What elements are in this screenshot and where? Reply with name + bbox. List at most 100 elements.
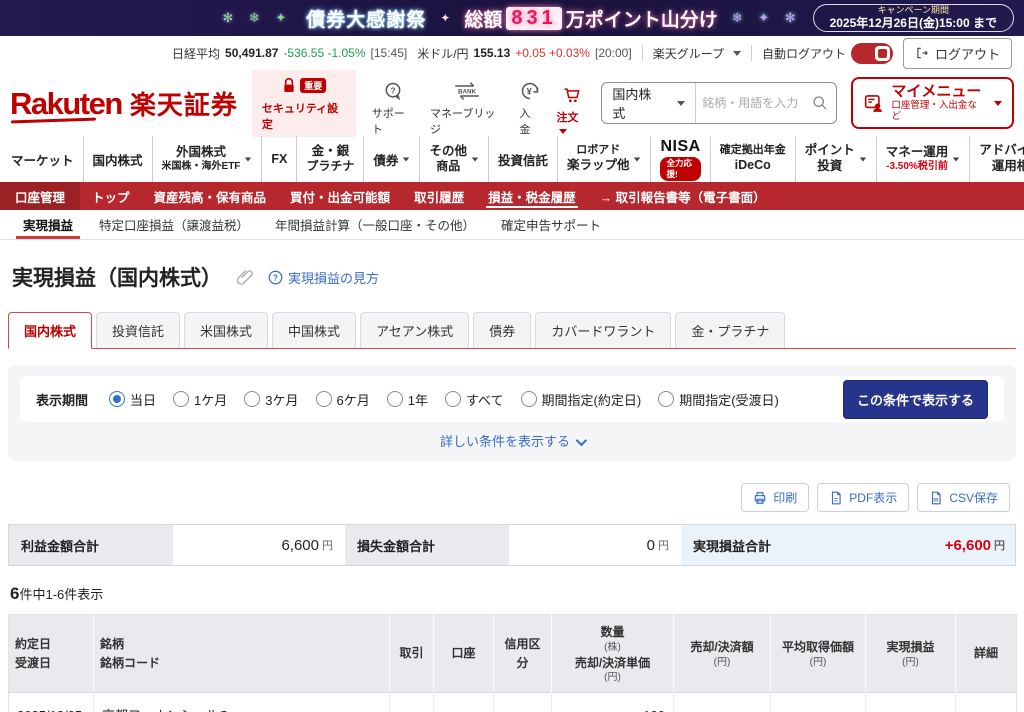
radio-today[interactable]: 当日 <box>109 390 156 409</box>
search-input[interactable] <box>696 96 804 110</box>
chevron-down-icon <box>403 157 409 161</box>
search-category-select[interactable]: 国内株式 <box>602 84 695 122</box>
nav-item-ideco[interactable]: 確定拠出年金iDeCo <box>710 136 795 182</box>
money-bridge-link[interactable]: BANK マネーブリッジ <box>430 81 503 137</box>
cell-account: 特定 <box>434 693 494 712</box>
my-menu-label: マイメニュー <box>891 83 983 100</box>
toggle-knob <box>875 46 890 61</box>
nav-item-robo-advisor[interactable]: ロボアド楽ラップ他 <box>557 136 651 182</box>
nav-item-advisor[interactable]: アドバイザー運用相談 <box>969 136 1024 182</box>
auto-logout-control: 自動ログアウト <box>762 43 893 64</box>
chevron-down-icon <box>953 157 959 161</box>
col-dates: 約定日受渡日 <box>9 615 94 693</box>
tab-covered-warrants[interactable]: カバードワラント <box>535 312 671 348</box>
nav-item-bonds[interactable]: 債券 <box>363 136 419 182</box>
radio-3months[interactable]: 3ケ月 <box>244 390 298 409</box>
apply-filter-button[interactable]: この条件で表示する <box>843 380 988 419</box>
support-link[interactable]: ? サポート <box>372 81 414 137</box>
deposit-link[interactable]: ¥ 入金 <box>519 81 540 137</box>
nav-item-market[interactable]: マーケット <box>2 136 83 182</box>
svg-text:?: ? <box>390 85 395 95</box>
subnav-tax-return-support[interactable]: 確定申告サポート <box>488 210 614 239</box>
cell-proceeds: 341,000 <box>674 693 771 712</box>
nav-item-other-products[interactable]: その他商品 <box>419 136 488 182</box>
important-badge: 重要 <box>300 78 326 93</box>
col-realized-pl: 実現損益(円) <box>866 615 956 693</box>
logout-icon <box>915 46 929 60</box>
tab-asean-stocks[interactable]: アセアン株式 <box>360 312 469 348</box>
usdjpy-quote: 米ドル/円 155.13 +0.05 +0.03% [20:00] <box>417 45 631 62</box>
subnav-annual-pl[interactable]: 年間損益計算（一般口座・その他） <box>262 210 488 239</box>
print-button[interactable]: 印刷 <box>741 483 809 512</box>
realized-pl-total-value: +6,600円 <box>945 537 1005 554</box>
tab-investment-trust[interactable]: 投資信託 <box>96 312 180 348</box>
loss-total-value: 0円 <box>511 525 681 565</box>
usdjpy-label: 米ドル/円 <box>417 45 468 62</box>
col-detail: 詳細 <box>956 615 1017 693</box>
printer-icon <box>753 491 767 505</box>
nav-item-investment-trust[interactable]: 投資信託 <box>488 136 557 182</box>
rakuten-group-label: 楽天グループ <box>653 45 724 62</box>
chevron-down-icon <box>634 157 640 161</box>
tab-gold-platinum[interactable]: 金・プラチナ <box>675 312 785 348</box>
nav-item-money-management[interactable]: マネー運用-3.50%税引前 <box>876 136 970 182</box>
col-proceeds: 売却/決済額(円) <box>674 615 771 693</box>
tab-us-stocks[interactable]: 米国株式 <box>184 312 268 348</box>
radio-range-settlement-date[interactable]: 期間指定(受渡日) <box>658 390 779 409</box>
csv-save-button[interactable]: CSV保存 <box>917 483 1010 512</box>
paperclip-icon[interactable] <box>236 268 254 286</box>
nav-item-point-investment[interactable]: ポイント投資 <box>795 136 876 182</box>
chevron-down-icon <box>245 157 251 161</box>
radio-range-trade-date[interactable]: 期間指定(約定日) <box>521 390 642 409</box>
realized-pl-total-label: 実現損益合計 <box>693 536 771 555</box>
account-nav-trade-history[interactable]: 取引履歴 <box>402 182 476 210</box>
nav-item-gold-platinum[interactable]: 金・銀プラチナ <box>296 136 363 182</box>
rakuten-group-dropdown[interactable]: 楽天グループ <box>653 45 741 62</box>
detail-conditions-link[interactable]: 詳しい条件を表示する <box>20 422 1004 459</box>
deposit-label: 入金 <box>519 105 540 137</box>
radio-icon <box>173 391 189 407</box>
banner-sparkle-icon: ✦ <box>440 11 450 25</box>
pdf-view-button[interactable]: PDF表示 <box>817 483 909 512</box>
tab-bonds[interactable]: 債券 <box>473 312 531 348</box>
account-management-bar: 口座管理 トップ 資産残高・保有商品 買付・出金可能額 取引履歴 損益・税金履歴… <box>0 182 1024 210</box>
rakuten-securities-logo[interactable]: Rakuten 楽天証券 <box>10 85 238 122</box>
campaign-period-value: 2025年12月26日(金)15:00 まで <box>830 16 997 30</box>
auto-logout-toggle[interactable] <box>851 43 893 64</box>
banner-title: 債券大感謝祭 <box>306 5 426 32</box>
pl-summary-bar: 利益金額合計 6,600円 損失金額合計 0円 実現損益合計 +6,600円 <box>8 524 1016 566</box>
period-label: 表示期間 <box>36 390 88 409</box>
account-nav-pl-tax-history[interactable]: 損益・税金履歴 <box>476 182 588 210</box>
subnav-realized-pl[interactable]: 実現損益 <box>10 210 86 239</box>
account-nav-assets[interactable]: 資産残高・保有商品 <box>142 182 279 210</box>
tab-china-stocks[interactable]: 中国株式 <box>272 312 356 348</box>
order-link[interactable]: 注文 <box>557 85 588 137</box>
account-nav-top[interactable]: トップ <box>80 182 142 210</box>
campaign-banner[interactable]: ✻ ❄ ✦ 債券大感謝祭 ✦ 総額 831 万ポイント山分け ❄ ✦ ✻ キャン… <box>0 0 1024 36</box>
radio-1year[interactable]: 1年 <box>387 390 428 409</box>
radio-1month[interactable]: 1ケ月 <box>173 390 227 409</box>
pl-sub-nav: 実現損益 特定口座損益（譲渡益税） 年間損益計算（一般口座・その他） 確定申告サ… <box>0 210 1024 240</box>
subnav-specific-account-pl[interactable]: 特定口座損益（譲渡益税） <box>86 210 262 239</box>
security-settings-link[interactable]: 重要 セキュリティ設定 <box>252 70 356 137</box>
nav-item-foreign-stocks[interactable]: 外国株式米国株・海外ETF <box>152 136 262 182</box>
question-circle-icon: ? <box>268 270 283 285</box>
my-menu-button[interactable]: マイメニュー 口座管理・入出金など <box>851 77 1014 128</box>
filter-panel: 表示期間 当日 1ケ月 3ケ月 6ケ月 1年 すべて 期間指定(約定日) 期間指… <box>8 365 1016 461</box>
account-nav-buying-power[interactable]: 買付・出金可能額 <box>278 182 402 210</box>
tab-domestic-stocks[interactable]: 国内株式 <box>8 312 92 349</box>
pl-help-link[interactable]: ? 実現損益の見方 <box>268 268 379 287</box>
radio-6months[interactable]: 6ケ月 <box>316 390 370 409</box>
radio-all[interactable]: すべて <box>445 390 504 409</box>
page-head: 実現損益（国内株式） ? 実現損益の見方 <box>0 240 1024 296</box>
search-icon[interactable] <box>804 95 836 111</box>
account-nav-reports[interactable]: → 取引報告書等（電子書面） <box>588 182 778 210</box>
category-tabs: 国内株式 投資信託 米国株式 中国株式 アセアン株式 債券 カバードワラント 金… <box>8 312 1016 349</box>
nav-item-domestic-stocks[interactable]: 国内株式 <box>83 136 152 182</box>
divider <box>751 45 752 61</box>
export-actions: 印刷 PDF表示 CSV保存 <box>14 483 1010 512</box>
nav-item-nisa[interactable]: NISA全力応援! <box>650 136 709 182</box>
nav-item-fx[interactable]: FX <box>261 136 296 182</box>
account-management-root[interactable]: 口座管理 <box>0 182 80 210</box>
logout-button[interactable]: ログアウト <box>903 38 1012 69</box>
